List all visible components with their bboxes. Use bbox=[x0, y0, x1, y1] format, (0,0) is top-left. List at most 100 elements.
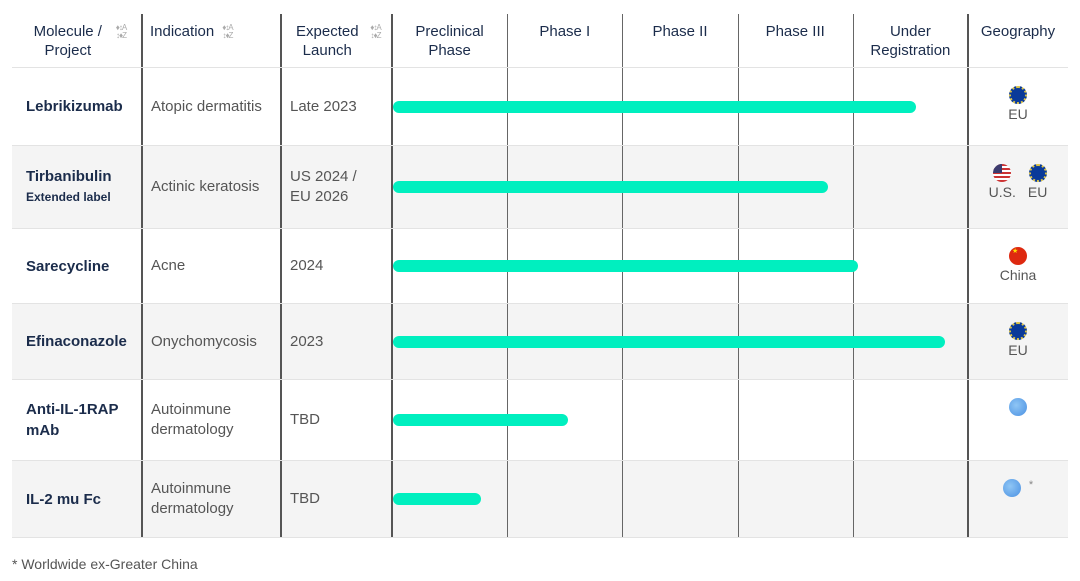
header-molecule[interactable]: Molecule / Project ♦↕A ↕♦Z bbox=[12, 14, 142, 67]
table-row: Efinaconazole Onychomycosis 2023 EU bbox=[12, 304, 1068, 380]
phase-divider bbox=[507, 14, 509, 67]
geo-globe bbox=[1009, 398, 1027, 418]
phase-divider bbox=[852, 146, 854, 228]
geography bbox=[968, 380, 1068, 460]
indication: Autoinmune dermatology bbox=[151, 401, 234, 438]
progress-bar bbox=[393, 493, 481, 505]
phase-divider bbox=[852, 380, 854, 460]
expected-launch: 2024 bbox=[290, 257, 324, 274]
phase-divider bbox=[622, 380, 624, 460]
geo-eu: EU bbox=[1008, 322, 1028, 358]
column-divider bbox=[967, 146, 969, 228]
geo-us: U.S. bbox=[989, 164, 1016, 200]
molecule-name: IL-2 mu Fc bbox=[26, 490, 102, 508]
geo-eu: EU bbox=[1008, 86, 1028, 122]
molecule-name: Anti-IL-1RAP mAb bbox=[26, 401, 119, 439]
geography: U.S. EU bbox=[968, 146, 1068, 228]
geo-eu: EU bbox=[1028, 164, 1047, 200]
table-row: Tirbanibulin Extended label Actinic kerat… bbox=[12, 146, 1068, 229]
geography: EU bbox=[968, 68, 1068, 145]
indication: Atopic dermatitis bbox=[151, 97, 262, 115]
table-header: Molecule / Project ♦↕A ↕♦Z Indication ♦↕A ↕♦… bbox=[12, 14, 1068, 68]
expected-launch: US 2024 / EU 2026 bbox=[290, 168, 357, 205]
column-divider bbox=[280, 229, 282, 303]
progress-bar bbox=[393, 260, 859, 272]
progress-bar bbox=[393, 414, 569, 426]
phase-divider bbox=[737, 461, 739, 537]
column-divider bbox=[141, 461, 143, 537]
eu-flag-icon bbox=[1008, 322, 1027, 340]
column-divider bbox=[967, 14, 969, 67]
column-divider bbox=[280, 146, 282, 228]
phase-divider bbox=[622, 461, 624, 537]
molecule-name: Efinaconazole bbox=[26, 333, 127, 350]
geography: * bbox=[968, 461, 1068, 537]
expected-launch: Late 2023 bbox=[290, 97, 357, 115]
phase-divider bbox=[852, 14, 854, 67]
header-phase: Under Registration bbox=[870, 23, 951, 59]
eu-flag-icon bbox=[1008, 86, 1027, 104]
header-phase: Preclinical Phase bbox=[415, 23, 484, 59]
column-divider bbox=[967, 304, 969, 379]
molecule-sublabel: Extended label bbox=[26, 190, 111, 204]
sort-az-icon[interactable]: ♦↕A ↕♦Z bbox=[370, 24, 381, 40]
column-divider bbox=[280, 14, 282, 67]
table-row: Lebrikizumab Atopic dermatitis Late 2023… bbox=[12, 68, 1068, 146]
header-launch[interactable]: Expected Launch ♦↕A ↕♦Z bbox=[281, 14, 392, 67]
pipeline-table: Molecule / Project ♦↕A ↕♦Z Indication ♦↕A ↕♦… bbox=[12, 14, 1068, 538]
molecule-name: Sarecycline bbox=[26, 257, 110, 275]
column-divider bbox=[280, 68, 282, 145]
header-geography: Geography bbox=[980, 23, 1056, 40]
geography: EU bbox=[968, 304, 1068, 379]
footnote: * Worldwide ex-Greater China bbox=[12, 556, 198, 572]
expected-launch: TBD bbox=[290, 490, 320, 507]
geo-cn: China bbox=[1000, 247, 1036, 283]
column-divider bbox=[280, 304, 282, 379]
progress-bar bbox=[393, 100, 916, 113]
phase-divider bbox=[852, 461, 854, 537]
header-indication[interactable]: Indication ♦↕A ↕♦Z bbox=[142, 14, 281, 67]
globe-flag-icon bbox=[1009, 398, 1027, 416]
column-divider bbox=[967, 461, 969, 537]
header-phase: Phase I bbox=[539, 23, 591, 40]
sort-az-icon[interactable]: ♦↕A ↕♦Z bbox=[222, 24, 233, 40]
progress-bar bbox=[393, 335, 945, 348]
phase-divider bbox=[507, 461, 509, 537]
column-divider bbox=[967, 68, 969, 145]
table-row: IL-2 mu Fc Autoinmune dermatology TBD * bbox=[12, 461, 1068, 538]
phase-divider bbox=[737, 14, 739, 67]
header-phase: Phase II bbox=[652, 23, 708, 40]
column-divider bbox=[141, 146, 143, 228]
globe-flag-icon bbox=[1002, 479, 1021, 497]
column-divider bbox=[280, 461, 282, 537]
indication: Actinic keratosis bbox=[151, 178, 260, 195]
column-divider bbox=[967, 229, 969, 303]
column-divider bbox=[141, 229, 143, 303]
column-divider bbox=[141, 304, 143, 379]
column-divider bbox=[391, 14, 393, 67]
phase-divider bbox=[622, 14, 624, 67]
us-flag-icon bbox=[993, 164, 1012, 182]
cn-flag-icon bbox=[1009, 247, 1027, 265]
column-divider bbox=[280, 380, 282, 460]
eu-flag-icon bbox=[1028, 164, 1047, 182]
table-row: Anti-IL-1RAP mAb Autoinmune dermatology … bbox=[12, 380, 1068, 461]
column-divider bbox=[141, 14, 143, 67]
column-divider bbox=[141, 68, 143, 145]
progress-bar bbox=[393, 181, 829, 193]
indication: Acne bbox=[151, 257, 186, 274]
indication: Autoinmune dermatology bbox=[151, 480, 234, 517]
column-divider bbox=[141, 380, 143, 460]
expected-launch: TBD bbox=[290, 411, 320, 428]
molecule-name: Tirbanibulin Extended label bbox=[12, 146, 142, 228]
molecule-name: Lebrikizumab bbox=[26, 98, 123, 115]
table-row: Sarecycline Acne 2024 China bbox=[12, 229, 1068, 304]
geography: China bbox=[968, 229, 1068, 303]
column-divider bbox=[967, 380, 969, 460]
indication: Onychomycosis bbox=[151, 332, 257, 350]
expected-launch: 2023 bbox=[290, 332, 324, 350]
sort-az-icon[interactable]: ♦↕A ↕♦Z bbox=[116, 24, 127, 40]
geo-globe: * bbox=[1002, 479, 1033, 499]
phase-divider bbox=[737, 380, 739, 460]
header-phase: Phase III bbox=[765, 23, 825, 40]
